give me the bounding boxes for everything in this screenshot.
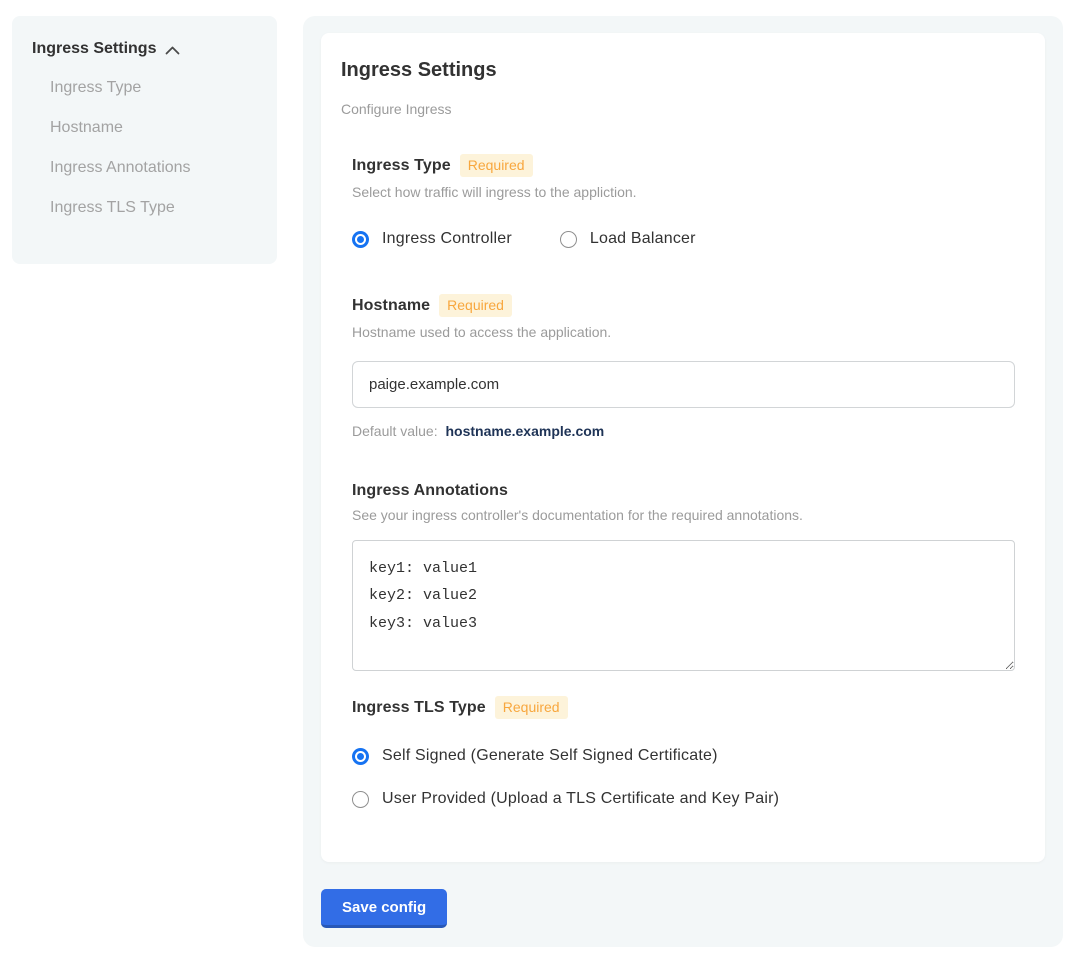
- hostname-input[interactable]: [352, 361, 1015, 408]
- sidebar-item-ingress-type[interactable]: Ingress Type: [32, 68, 257, 108]
- annotations-help: See your ingress controller's documentat…: [352, 507, 1025, 523]
- radio-unselected-icon[interactable]: [352, 791, 369, 808]
- radio-selected-icon[interactable]: [352, 748, 369, 765]
- sidebar-item-hostname[interactable]: Hostname: [32, 108, 257, 148]
- field-ingress-annotations: Ingress Annotations See your ingress con…: [352, 482, 1025, 671]
- hostname-label-row: Hostname Required: [352, 294, 1025, 317]
- radio-load-balancer-label: Load Balancer: [590, 230, 696, 248]
- required-badge: Required: [439, 294, 512, 317]
- ingress-type-label-row: Ingress Type Required: [352, 154, 1025, 177]
- tls-type-radio-group: Self Signed (Generate Self Signed Certif…: [352, 747, 1025, 808]
- tls-type-label-row: Ingress TLS Type Required: [352, 696, 1025, 719]
- hostname-help: Hostname used to access the application.: [352, 324, 1025, 340]
- radio-user-provided[interactable]: User Provided (Upload a TLS Certificate …: [352, 790, 1025, 808]
- radio-self-signed-label: Self Signed (Generate Self Signed Certif…: [382, 747, 718, 765]
- radio-load-balancer[interactable]: Load Balancer: [560, 230, 696, 248]
- sidebar-item-ingress-tls-type[interactable]: Ingress TLS Type: [32, 188, 257, 228]
- radio-selected-icon[interactable]: [352, 231, 369, 248]
- required-badge: Required: [495, 696, 568, 719]
- sidebar-item-ingress-annotations[interactable]: Ingress Annotations: [32, 148, 257, 188]
- ingress-tls-type-label: Ingress TLS Type: [352, 699, 486, 717]
- radio-ingress-controller-label: Ingress Controller: [382, 230, 512, 248]
- radio-ingress-controller[interactable]: Ingress Controller: [352, 230, 512, 248]
- sidebar-group-label: Ingress Settings: [32, 40, 156, 58]
- config-main-panel: Ingress Settings Configure Ingress Ingre…: [303, 16, 1063, 947]
- page-subtitle: Configure Ingress: [341, 101, 1025, 117]
- ingress-settings-card: Ingress Settings Configure Ingress Ingre…: [321, 33, 1045, 862]
- field-ingress-type: Ingress Type Required Select how traffic…: [352, 154, 1025, 248]
- radio-unselected-icon[interactable]: [560, 231, 577, 248]
- field-hostname: Hostname Required Hostname used to acces…: [352, 294, 1025, 439]
- ingress-type-label: Ingress Type: [352, 157, 451, 175]
- annotations-label-row: Ingress Annotations: [352, 482, 1025, 500]
- page-title: Ingress Settings: [341, 59, 1025, 82]
- chevron-up-icon: [165, 46, 180, 55]
- form-fields: Ingress Type Required Select how traffic…: [352, 154, 1025, 808]
- ingress-annotations-label: Ingress Annotations: [352, 482, 508, 500]
- field-ingress-tls-type: Ingress TLS Type Required Self Signed (G…: [352, 696, 1025, 808]
- radio-user-provided-label: User Provided (Upload a TLS Certificate …: [382, 790, 779, 808]
- hostname-label: Hostname: [352, 297, 430, 315]
- ingress-type-help: Select how traffic will ingress to the a…: [352, 184, 1025, 200]
- default-value-text[interactable]: hostname.example.com: [446, 423, 605, 439]
- ingress-type-radio-group: Ingress Controller Load Balancer: [352, 230, 1025, 248]
- sidebar-item-list: Ingress Type Hostname Ingress Annotation…: [32, 68, 257, 228]
- sidebar-group-ingress-settings[interactable]: Ingress Settings: [32, 40, 257, 58]
- hostname-default-line: Default value: hostname.example.com: [352, 423, 1025, 439]
- radio-self-signed[interactable]: Self Signed (Generate Self Signed Certif…: [352, 747, 1025, 765]
- ingress-annotations-textarea[interactable]: key1: value1 key2: value2 key3: value3: [352, 540, 1015, 671]
- save-config-button[interactable]: Save config: [321, 889, 447, 928]
- config-nav-sidebar: Ingress Settings Ingress Type Hostname I…: [12, 16, 277, 264]
- required-badge: Required: [460, 154, 533, 177]
- default-value-label: Default value:: [352, 423, 438, 439]
